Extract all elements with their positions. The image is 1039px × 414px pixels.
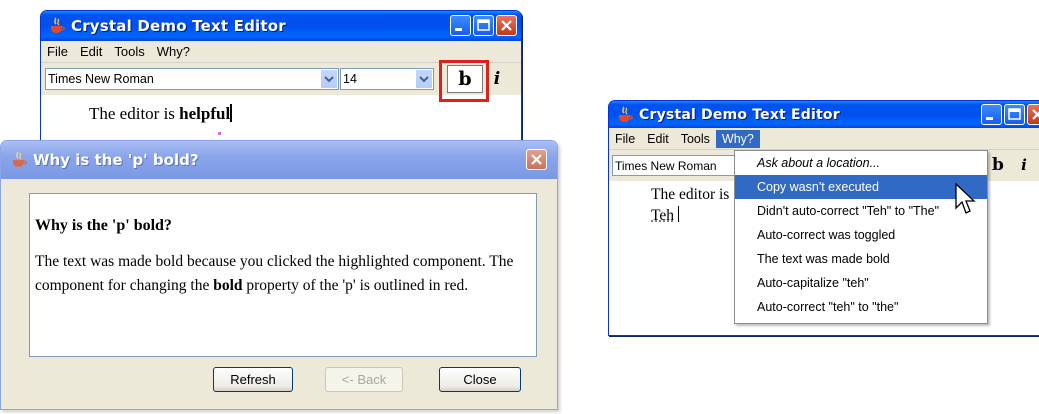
why-dialog: Why is the 'p' bold? Why is the 'p' bold…: [0, 140, 558, 410]
text-caret: [678, 206, 680, 222]
font-size-value: 14: [343, 72, 357, 86]
close-button[interactable]: [496, 15, 517, 36]
editor-line-2: Teh: [651, 207, 675, 224]
mouse-cursor-icon: [955, 183, 976, 214]
chevron-down-icon[interactable]: [320, 70, 337, 88]
maximize-button[interactable]: [1004, 104, 1025, 125]
minimize-icon: [455, 28, 462, 31]
close-icon: [1032, 109, 1039, 120]
menu-file[interactable]: File: [609, 130, 641, 148]
window-title: Crystal Demo Text Editor: [71, 17, 286, 35]
minimize-icon: [986, 117, 993, 120]
maximize-button[interactable]: [473, 15, 494, 36]
menu-item-made-bold[interactable]: The text was made bold: [735, 247, 987, 271]
menu-edit[interactable]: Edit: [74, 42, 108, 61]
highlight-dot: [218, 132, 221, 135]
menu-item-copy-not-executed[interactable]: Copy wasn't executed: [735, 175, 987, 199]
dialog-answer: The text was made bold because you click…: [35, 253, 514, 294]
java-cup-icon: [51, 17, 65, 33]
menu-tools[interactable]: Tools: [675, 130, 716, 148]
menu-item-ask-location[interactable]: Ask about a location...: [735, 151, 987, 175]
menu-why[interactable]: Why?: [151, 42, 196, 61]
right-title-bar[interactable]: Crystal Demo Text Editor: [609, 101, 1039, 128]
minimize-button[interactable]: [450, 15, 471, 36]
menu-bar: File Edit Tools Why?: [609, 128, 1039, 150]
font-name-value: Times New Roman: [48, 72, 154, 86]
maximize-icon: [477, 19, 490, 31]
bold-button-highlight: [439, 60, 489, 102]
dialog-close-text-button[interactable]: Close: [439, 367, 521, 392]
close-button[interactable]: [1027, 104, 1039, 125]
why-dropdown-menu: Ask about a location... Copy wasn't exec…: [734, 150, 988, 324]
back-button[interactable]: <- Back: [325, 367, 403, 392]
left-title-bar[interactable]: Crystal Demo Text Editor: [41, 11, 521, 41]
font-size-select[interactable]: 14: [340, 68, 434, 90]
close-icon: [531, 154, 542, 165]
menu-tools[interactable]: Tools: [108, 42, 150, 61]
menu-edit[interactable]: Edit: [641, 130, 675, 148]
menu-item-autocorrect-teh[interactable]: Auto-correct "teh" to "the": [735, 295, 987, 319]
java-cup-icon: [619, 105, 633, 122]
italic-button[interactable]: i: [1013, 152, 1035, 178]
bold-button[interactable]: b: [985, 152, 1011, 178]
editor-line-1: The editor is: [651, 186, 730, 203]
dialog-title-bar[interactable]: Why is the 'p' bold?: [1, 141, 557, 179]
font-name-select[interactable]: Times New Roman: [612, 155, 742, 176]
window-title: Crystal Demo Text Editor: [639, 106, 840, 123]
dialog-question: Why is the 'p' bold?: [35, 217, 172, 234]
editor-text-bold: helpful: [179, 104, 231, 123]
menu-why[interactable]: Why?: [715, 129, 760, 148]
maximize-icon: [1008, 108, 1021, 120]
dialog-close-button[interactable]: [526, 149, 547, 170]
menu-file[interactable]: File: [41, 42, 74, 61]
font-name-select[interactable]: Times New Roman: [45, 68, 339, 90]
dialog-message-panel: Why is the 'p' bold? The text was made b…: [29, 193, 537, 357]
close-icon: [501, 20, 512, 31]
minimize-button[interactable]: [981, 104, 1002, 125]
text-caret: [230, 104, 233, 122]
font-name-value: Times New Roman: [615, 158, 717, 173]
menu-item-auto-capitalize[interactable]: Auto-capitalize "teh": [735, 271, 987, 295]
chevron-down-icon[interactable]: [415, 70, 432, 88]
dialog-title: Why is the 'p' bold?: [33, 151, 199, 169]
refresh-button[interactable]: Refresh: [213, 367, 293, 392]
java-cup-icon: [13, 151, 27, 167]
editor-text-plain: The editor is: [89, 104, 180, 123]
menu-item-no-autocorrect[interactable]: Didn't auto-correct "Teh" to "The": [735, 199, 987, 223]
menu-item-autocorrect-toggled[interactable]: Auto-correct was toggled: [735, 223, 987, 247]
